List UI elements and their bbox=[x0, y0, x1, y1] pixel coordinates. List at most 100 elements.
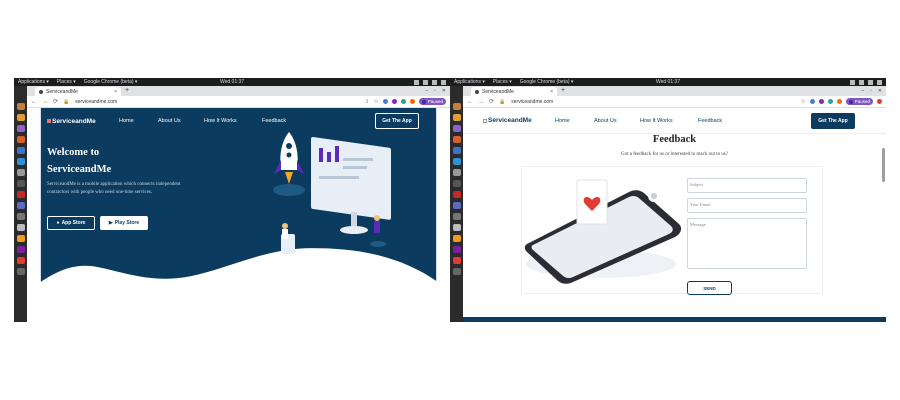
app-icon[interactable] bbox=[452, 147, 461, 154]
network-icon[interactable] bbox=[423, 79, 428, 85]
nav-about-us[interactable]: About Us bbox=[594, 118, 617, 124]
app-store-button[interactable]: ● App Store bbox=[47, 216, 95, 230]
back-icon[interactable]: ← bbox=[31, 99, 37, 105]
clock[interactable]: Wed 01:37 bbox=[220, 79, 244, 85]
bookmark-star-icon[interactable]: ☆ bbox=[800, 98, 805, 105]
app-icon[interactable] bbox=[16, 158, 25, 165]
minimize-icon[interactable]: – bbox=[861, 87, 864, 95]
app-icon[interactable] bbox=[16, 257, 25, 264]
nav-feedback[interactable]: Feedback bbox=[698, 118, 722, 124]
app-icon[interactable] bbox=[452, 191, 461, 198]
volume-icon[interactable] bbox=[868, 79, 873, 85]
app-icon[interactable] bbox=[452, 257, 461, 264]
back-icon[interactable]: ← bbox=[467, 99, 473, 105]
update-menu-icon[interactable] bbox=[877, 99, 882, 104]
get-app-button[interactable]: Get The App bbox=[375, 113, 419, 129]
nav-about-us[interactable]: About Us bbox=[158, 118, 181, 124]
lock-icon[interactable]: 🔒 bbox=[499, 99, 505, 105]
app-icon[interactable] bbox=[452, 202, 461, 209]
app-icon[interactable] bbox=[16, 114, 25, 121]
extension-icon[interactable] bbox=[818, 99, 824, 104]
running-app-menu[interactable]: Google Chrome (beta) ▾ bbox=[84, 79, 138, 85]
app-icon[interactable] bbox=[16, 169, 25, 176]
lock-icon[interactable]: 🔒 bbox=[63, 99, 69, 105]
forward-icon[interactable]: → bbox=[42, 99, 48, 105]
applications-menu[interactable]: Applications ▾ bbox=[18, 79, 49, 85]
extension-icon[interactable] bbox=[391, 99, 397, 104]
running-app-menu[interactable]: Google Chrome (beta) ▾ bbox=[520, 79, 574, 85]
play-store-button[interactable]: ▶ Play Store bbox=[100, 216, 148, 230]
app-icon[interactable] bbox=[452, 158, 461, 165]
maximize-icon[interactable]: ▫ bbox=[870, 87, 872, 95]
show-apps-icon[interactable] bbox=[16, 268, 25, 275]
volume-icon[interactable] bbox=[432, 79, 437, 85]
app-icon[interactable] bbox=[16, 180, 25, 187]
workspace-icon[interactable] bbox=[850, 79, 855, 85]
show-apps-icon[interactable] bbox=[452, 268, 461, 275]
reload-icon[interactable]: ⟳ bbox=[489, 98, 494, 105]
extension-icon[interactable] bbox=[382, 99, 388, 104]
app-icon[interactable] bbox=[452, 125, 461, 132]
bookmark-star-icon[interactable]: ☆ bbox=[373, 98, 378, 105]
url-field[interactable]: serviceandme.com bbox=[75, 99, 117, 105]
close-window-icon[interactable]: ✕ bbox=[442, 87, 446, 95]
extension-icon[interactable] bbox=[827, 99, 833, 104]
forward-icon[interactable]: → bbox=[478, 99, 484, 105]
power-icon[interactable] bbox=[877, 79, 882, 85]
places-menu[interactable]: Places ▾ bbox=[493, 79, 512, 85]
nav-home[interactable]: Home bbox=[119, 118, 134, 124]
subject-field[interactable]: Subject bbox=[687, 178, 807, 193]
extension-icon[interactable] bbox=[409, 99, 415, 104]
app-icon[interactable] bbox=[16, 224, 25, 231]
minimize-icon[interactable]: – bbox=[425, 87, 428, 95]
app-icon[interactable] bbox=[16, 202, 25, 209]
app-icon[interactable] bbox=[452, 213, 461, 220]
applications-menu[interactable]: Applications ▾ bbox=[454, 79, 485, 85]
clock[interactable]: Wed 01:37 bbox=[656, 79, 680, 85]
profile-paused-button[interactable]: Paused bbox=[418, 98, 446, 105]
app-icon[interactable] bbox=[452, 103, 461, 110]
close-tab-icon[interactable]: × bbox=[550, 89, 553, 95]
network-icon[interactable] bbox=[859, 79, 864, 85]
app-icon[interactable] bbox=[16, 147, 25, 154]
nav-feedback[interactable]: Feedback bbox=[262, 118, 286, 124]
scrollbar[interactable] bbox=[882, 148, 885, 182]
app-icon[interactable] bbox=[452, 246, 461, 253]
app-icon[interactable] bbox=[452, 136, 461, 143]
app-icon[interactable] bbox=[452, 114, 461, 121]
send-button[interactable]: SEND bbox=[687, 281, 732, 295]
extension-icon[interactable] bbox=[809, 99, 815, 104]
site-logo[interactable]: ServiceandMe bbox=[47, 118, 96, 125]
browser-tab[interactable]: ServiceandMe × bbox=[471, 87, 557, 96]
app-icon[interactable] bbox=[16, 136, 25, 143]
extension-icon[interactable] bbox=[400, 99, 406, 104]
maximize-icon[interactable]: ▫ bbox=[434, 87, 436, 95]
places-menu[interactable]: Places ▾ bbox=[57, 79, 76, 85]
url-field[interactable]: serviceandme.com bbox=[511, 99, 553, 105]
chrome-icon[interactable] bbox=[452, 235, 461, 242]
workspace-icon[interactable] bbox=[414, 79, 419, 85]
reload-icon[interactable]: ⟳ bbox=[53, 98, 58, 105]
app-icon[interactable] bbox=[452, 180, 461, 187]
app-icon[interactable] bbox=[452, 224, 461, 231]
nav-how-it-works[interactable]: How It Works bbox=[204, 118, 237, 124]
new-tab-button[interactable]: + bbox=[561, 87, 565, 95]
app-icon[interactable] bbox=[16, 125, 25, 132]
power-icon[interactable] bbox=[441, 79, 446, 85]
app-icon[interactable] bbox=[452, 169, 461, 176]
browser-tab[interactable]: ServiceandMe × bbox=[35, 87, 121, 96]
nav-home[interactable]: Home bbox=[555, 118, 570, 124]
app-icon[interactable] bbox=[16, 213, 25, 220]
app-icon[interactable] bbox=[16, 191, 25, 198]
email-field[interactable]: Your Email bbox=[687, 198, 807, 213]
extension-icon[interactable] bbox=[836, 99, 842, 104]
new-tab-button[interactable]: + bbox=[125, 87, 129, 95]
close-window-icon[interactable]: ✕ bbox=[878, 87, 882, 95]
close-tab-icon[interactable]: × bbox=[114, 89, 117, 95]
app-icon[interactable] bbox=[16, 103, 25, 110]
share-icon[interactable]: ⇪ bbox=[365, 99, 369, 105]
app-icon[interactable] bbox=[16, 246, 25, 253]
nav-how-it-works[interactable]: How It Works bbox=[640, 118, 673, 124]
message-textarea[interactable]: Message bbox=[687, 218, 807, 269]
profile-paused-button[interactable]: Paused bbox=[845, 98, 873, 105]
